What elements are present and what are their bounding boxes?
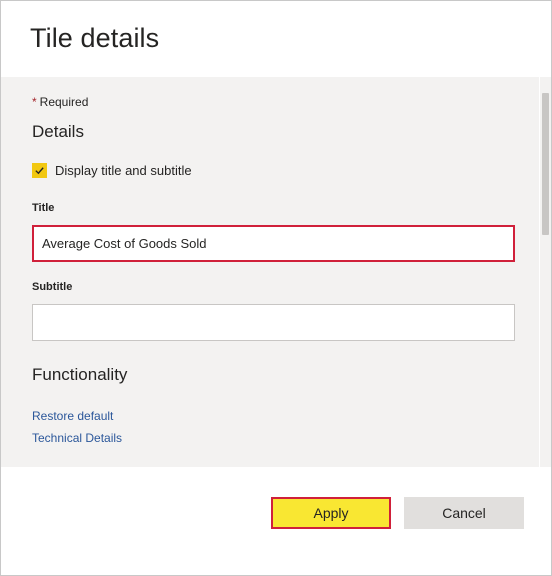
title-input[interactable]: Average Cost of Goods Sold [32,225,515,262]
required-star: * [32,95,37,109]
display-title-checkbox-label: Display title and subtitle [55,163,192,178]
restore-default-link[interactable]: Restore default [32,409,113,423]
cancel-button[interactable]: Cancel [404,497,524,529]
scrollbar-thumb[interactable] [542,93,549,235]
required-label: Required [39,95,89,109]
required-note: * Required [32,95,88,109]
dialog-title: Tile details [30,23,160,53]
details-heading: Details [32,122,84,141]
technical-details-link[interactable]: Technical Details [32,431,122,445]
scrollbar[interactable] [540,77,551,467]
subtitle-field-label: Subtitle [32,281,73,293]
display-title-checkbox[interactable] [32,163,47,178]
display-title-subtitle-option[interactable]: Display title and subtitle [32,163,192,178]
title-field-label: Title [32,202,55,214]
subtitle-input[interactable] [32,304,515,341]
apply-button[interactable]: Apply [271,497,391,529]
functionality-heading: Functionality [32,365,128,384]
checkmark-icon [35,167,44,175]
tile-details-pane: Tile details * Required Details Display t… [0,0,552,576]
